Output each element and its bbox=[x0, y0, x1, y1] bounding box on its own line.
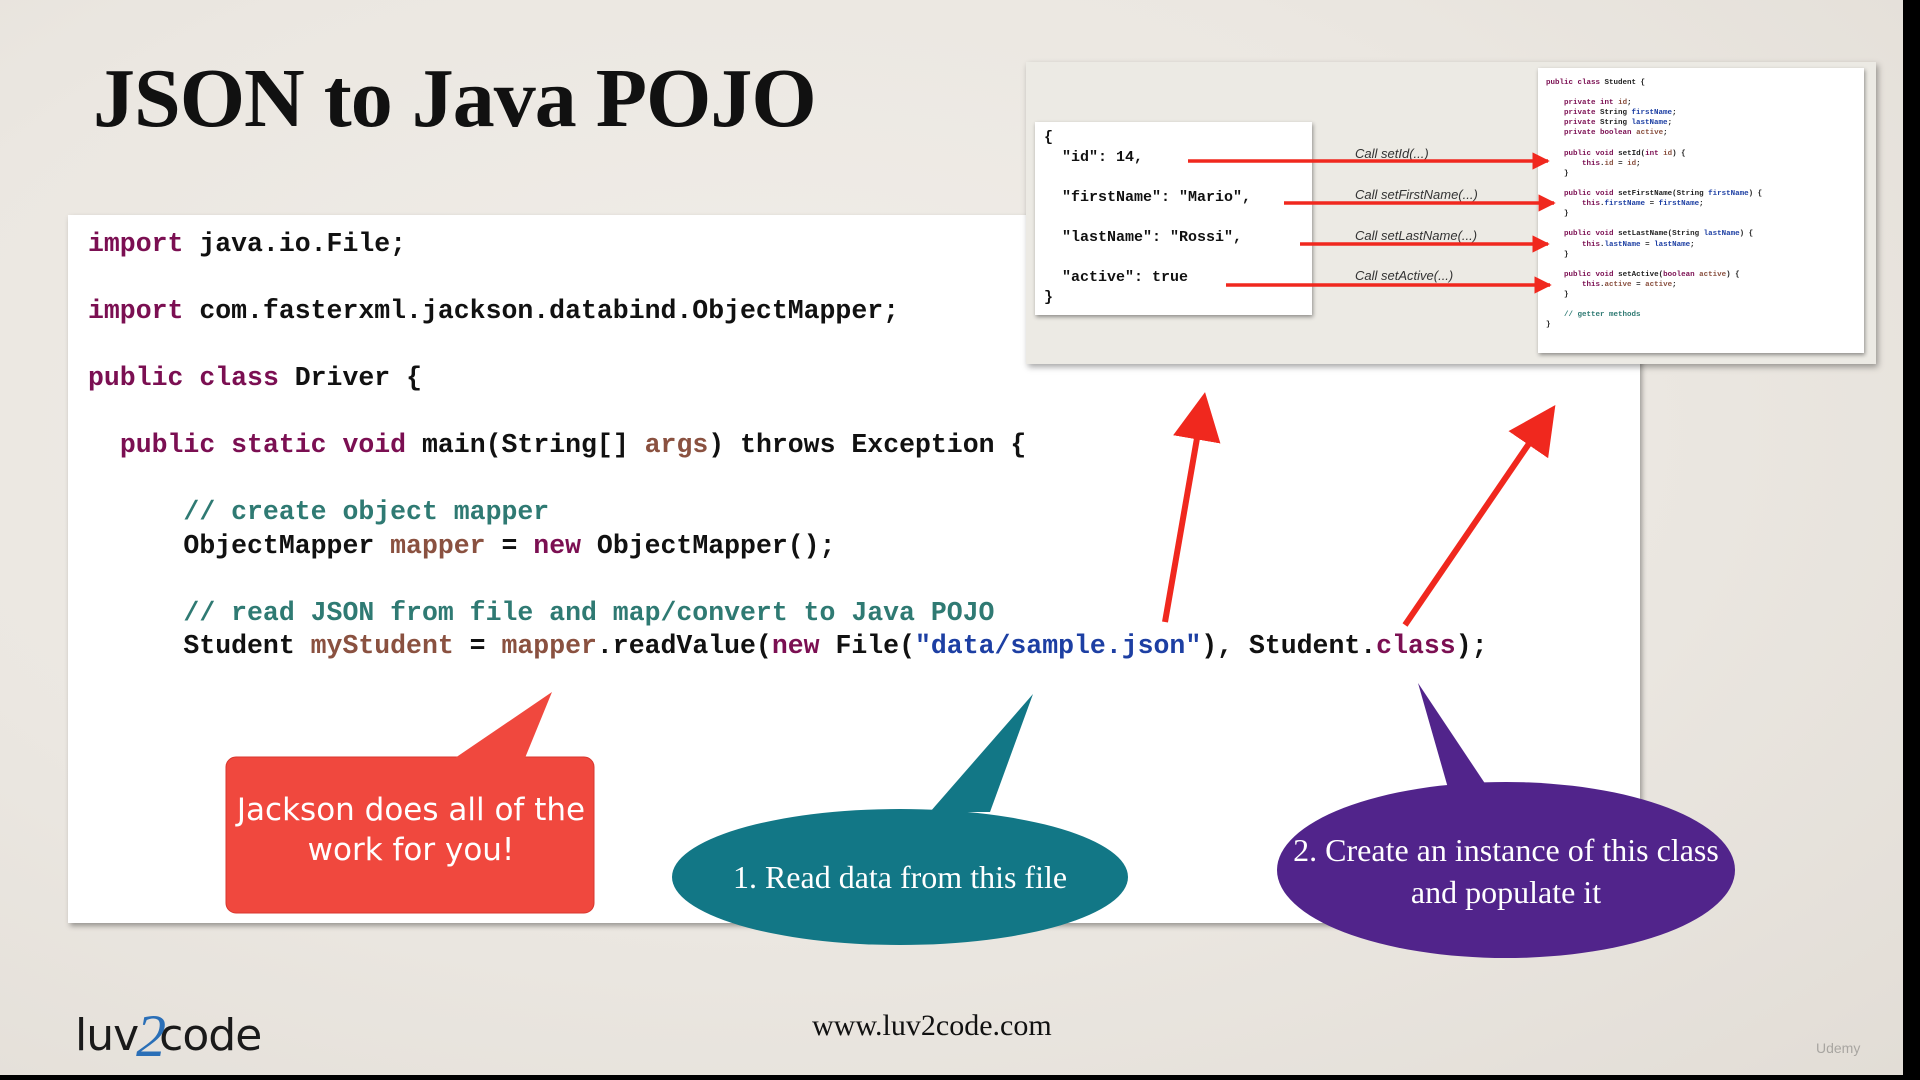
create-instance-bubble bbox=[1277, 683, 1735, 958]
logo-part-code: code bbox=[159, 1010, 262, 1061]
udemy-watermark: Udemy bbox=[1816, 1040, 1861, 1056]
create-instance-bubble-text: 2. Create an instance of this class and … bbox=[1293, 832, 1719, 910]
jackson-bubble-text: Jackson does all of the work for you! bbox=[236, 792, 586, 868]
arrow-file-to-json bbox=[1162, 392, 1221, 623]
site-url: www.luv2code.com bbox=[812, 1009, 1052, 1042]
logo-part-luv: luv bbox=[75, 1010, 139, 1061]
slide: JSON to Java POJO import java.io.File; i… bbox=[0, 0, 1903, 1075]
read-file-bubble-text: 1. Read data from this file bbox=[732, 859, 1068, 895]
arrow-class-to-student bbox=[1402, 405, 1556, 627]
logo-part-2: 2 bbox=[136, 1003, 166, 1069]
read-file-bubble bbox=[672, 694, 1128, 945]
luv2code-logo: luv2code bbox=[75, 996, 262, 1069]
arrows-and-bubbles bbox=[225, 152, 1735, 958]
